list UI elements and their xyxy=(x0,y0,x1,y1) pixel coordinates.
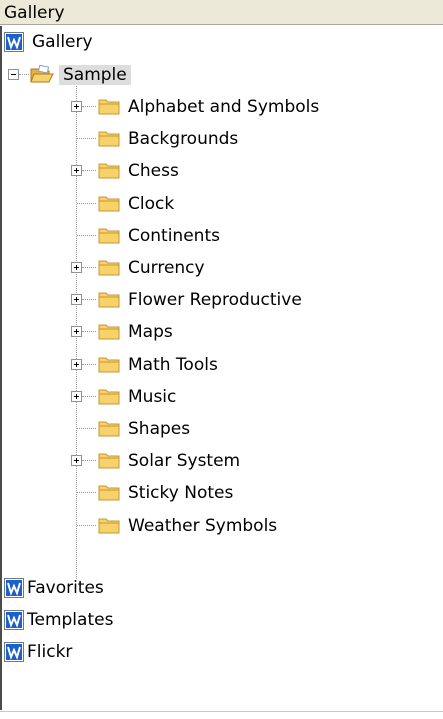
tree-item-label: Favorites xyxy=(27,578,104,598)
tree-item-gallery[interactable]: Gallery xyxy=(2,26,202,58)
expand-folder-button[interactable] xyxy=(71,455,82,467)
tree-connector xyxy=(77,524,96,526)
tree-item-folder[interactable]: Alphabet and Symbols xyxy=(98,91,378,123)
tree-item-sample[interactable]: Sample xyxy=(30,59,190,91)
tree-item-templates[interactable]: Templates xyxy=(2,604,202,636)
tree-connector xyxy=(82,106,96,107)
tree-connector xyxy=(82,331,96,333)
tree-item-folder[interactable]: Music xyxy=(98,381,378,413)
folder-icon xyxy=(98,97,120,119)
tree-connector xyxy=(77,428,96,429)
tree-item-folder[interactable]: Continents xyxy=(98,220,378,252)
tree-item-label: Alphabet and Symbols xyxy=(128,97,320,117)
tree-item-label: Backgrounds xyxy=(128,129,239,150)
open-folder-icon xyxy=(30,65,54,83)
tree-item-label: Solar System xyxy=(128,451,241,472)
tree-item-label: Sample xyxy=(59,65,131,85)
tree-item-favorites[interactable]: Favorites xyxy=(2,572,202,604)
folder-icon xyxy=(98,387,120,409)
tree-item-label: Gallery xyxy=(32,32,93,52)
panel-header: Gallery xyxy=(0,0,443,25)
gallery-tree[interactable]: Gallery Sample Alphabet and Symbols Backg… xyxy=(0,26,443,710)
folder-icon xyxy=(98,419,120,441)
expand-folder-button[interactable] xyxy=(71,358,82,370)
tree-connector xyxy=(77,138,96,140)
expand-folder-button[interactable] xyxy=(71,101,82,112)
tree-connector xyxy=(77,492,96,494)
tree-connector xyxy=(77,202,96,204)
gallery-logo-icon xyxy=(4,610,24,630)
folder-icon xyxy=(98,516,120,538)
tree-item-label: Clock xyxy=(128,193,175,214)
tree-item-folder[interactable]: Shapes xyxy=(98,413,378,445)
tree-item-label: Math Tools xyxy=(128,354,218,375)
panel-title: Gallery xyxy=(4,3,65,23)
tree-item-label: Flickr xyxy=(27,642,73,662)
folder-icon xyxy=(98,290,120,312)
tree-item-label: Chess xyxy=(128,161,179,182)
tree-item-label: Templates xyxy=(27,610,114,630)
folder-icon xyxy=(98,226,120,248)
folder-icon xyxy=(98,161,120,183)
tree-item-label: Sticky Notes xyxy=(128,483,234,504)
tree-item-label: Music xyxy=(128,386,177,407)
tree-item-label: Flower Reproductive xyxy=(128,290,302,311)
expand-folder-button[interactable] xyxy=(71,326,82,338)
gallery-logo-icon xyxy=(4,32,24,52)
expand-folder-button[interactable] xyxy=(71,294,82,306)
folder-icon xyxy=(98,258,120,280)
folder-icon xyxy=(98,483,120,505)
tree-connector xyxy=(82,460,96,462)
folder-icon xyxy=(98,194,120,216)
tree-item-label: Maps xyxy=(128,322,173,343)
tree-item-folder[interactable]: Maps xyxy=(98,316,378,348)
folder-icon xyxy=(98,129,120,151)
tree-connector xyxy=(19,74,29,75)
gallery-logo-icon xyxy=(4,578,24,598)
tree-item-label: Shapes xyxy=(128,419,191,439)
tree-item-folder[interactable]: Backgrounds xyxy=(98,123,378,155)
tree-connector xyxy=(82,299,96,301)
tree-item-label: Weather Symbols xyxy=(128,515,278,536)
tree-connector xyxy=(82,170,96,172)
tree-connector xyxy=(82,363,96,365)
folder-icon xyxy=(98,355,120,377)
tree-item-folder[interactable]: Sticky Notes xyxy=(98,477,378,509)
tree-item-label: Currency xyxy=(128,258,205,278)
expand-folder-button[interactable] xyxy=(71,165,82,177)
tree-connector xyxy=(77,234,96,236)
tree-item-folder[interactable]: Currency xyxy=(98,252,378,284)
gallery-panel: Gallery Gallery Sample Alphabet and Symb… xyxy=(0,0,443,719)
tree-item-folder[interactable]: Math Tools xyxy=(98,349,378,381)
tree-connector xyxy=(82,395,96,397)
tree-connector xyxy=(82,267,96,268)
tree-item-flickr[interactable]: Flickr xyxy=(2,636,202,668)
tree-item-folder[interactable]: Solar System xyxy=(98,445,378,477)
folder-icon xyxy=(98,322,120,344)
panel-bottom-border xyxy=(0,711,443,712)
folder-icon xyxy=(98,451,120,473)
tree-item-folder[interactable]: Weather Symbols xyxy=(98,510,378,542)
tree-item-folder[interactable]: Clock xyxy=(98,188,378,220)
tree-item-folder[interactable]: Chess xyxy=(98,155,378,187)
collapse-sample-button[interactable] xyxy=(8,69,19,80)
tree-item-folder[interactable]: Flower Reproductive xyxy=(98,284,378,316)
tree-item-label: Continents xyxy=(128,225,220,246)
gallery-logo-icon xyxy=(4,642,24,662)
expand-folder-button[interactable] xyxy=(71,390,82,402)
expand-folder-button[interactable] xyxy=(71,262,82,273)
